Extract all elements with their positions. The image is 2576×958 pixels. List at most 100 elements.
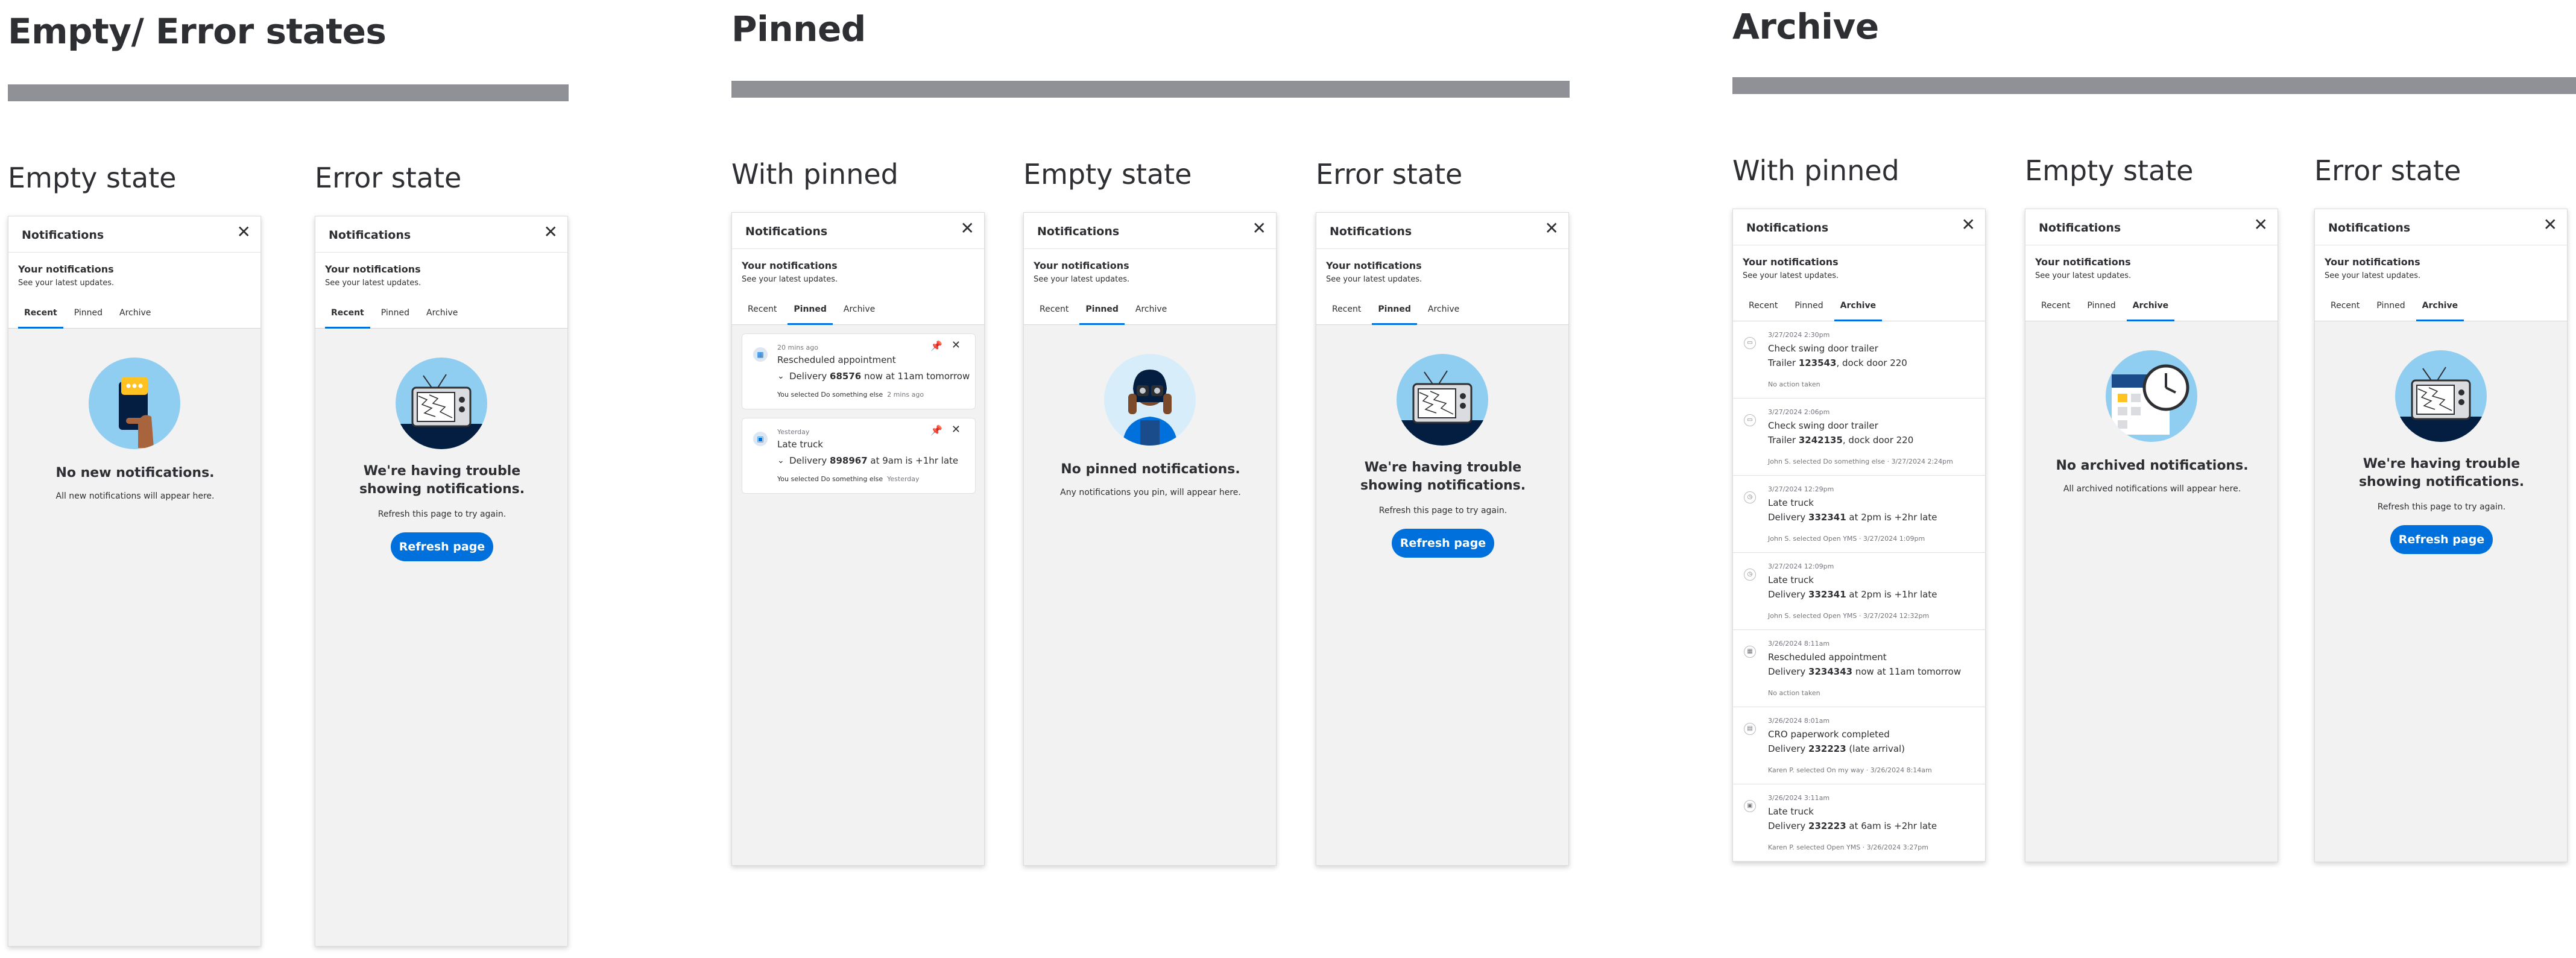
- tab-pinned[interactable]: Pinned: [1792, 291, 1825, 321]
- empty-description: Any notifications you pin, will appear h…: [1060, 488, 1241, 497]
- error-title-line1: We're having trouble: [363, 464, 521, 479]
- tab-recent[interactable]: Recent: [1746, 291, 1780, 321]
- chevron-down-icon[interactable]: ⌄: [777, 371, 784, 381]
- panel-header: Notifications ✕: [732, 213, 984, 249]
- panel-intro: Your notifications See your latest updat…: [1733, 245, 1985, 291]
- detail-suffix: at 2pm is +1hr late: [1846, 589, 1937, 600]
- tab-recent[interactable]: Recent: [2039, 291, 2072, 321]
- chevron-down-icon[interactable]: ⌄: [777, 456, 784, 465]
- tab-archive[interactable]: Archive: [1425, 295, 1462, 325]
- detail-prefix: Delivery: [789, 455, 830, 466]
- panel-header: Notifications ✕: [2025, 209, 2278, 245]
- close-icon[interactable]: ✕: [961, 220, 974, 237]
- tab-bar: Recent Pinned Archive: [1733, 291, 1985, 321]
- notifications-panel: Notifications ✕ Your notifications See y…: [1732, 209, 1986, 862]
- refresh-page-button[interactable]: Refresh page: [1392, 529, 1494, 558]
- panel-header: Notifications ✕: [1316, 213, 1568, 249]
- tab-pinned[interactable]: Pinned: [1079, 295, 1125, 325]
- tab-recent[interactable]: Recent: [2328, 291, 2362, 321]
- tab-recent[interactable]: Recent: [1037, 295, 1071, 325]
- section-divider: [1732, 77, 2576, 94]
- notification-title: Late truck: [777, 439, 823, 450]
- your-notifications-heading: Your notifications: [325, 263, 421, 275]
- archive-item[interactable]: ◷ 3/27/2024 12:09pm Late truck Delivery …: [1733, 553, 1985, 630]
- your-notifications-subheading: See your latest updates.: [1034, 275, 1130, 284]
- notification-footer: Karen P. selected Open YMS · 3/26/2024 3…: [1768, 843, 1928, 851]
- archive-item[interactable]: ▭ 3/27/2024 2:30pm Check swing door trai…: [1733, 321, 1985, 399]
- tab-recent[interactable]: Recent: [1330, 295, 1363, 325]
- calendar-clock-illustration-icon: [2106, 350, 2197, 442]
- tab-archive[interactable]: Archive: [841, 295, 877, 325]
- broken-tv-illustration-icon: [2395, 350, 2487, 442]
- tab-archive[interactable]: Archive: [1133, 295, 1169, 325]
- close-icon[interactable]: ✕: [1252, 220, 1266, 237]
- tab-recent[interactable]: Recent: [18, 298, 63, 329]
- close-icon[interactable]: ✕: [952, 339, 961, 351]
- panel-intro: Your notifications See your latest updat…: [1024, 249, 1276, 295]
- pinned-notification-card[interactable]: ▦ 20 mins ago Rescheduled appointment ⌄ …: [742, 333, 976, 409]
- label-empty-state: Empty state: [8, 162, 177, 194]
- tab-pinned[interactable]: Pinned: [72, 298, 105, 329]
- tab-archive[interactable]: Archive: [2416, 291, 2464, 321]
- close-icon[interactable]: ✕: [544, 224, 558, 241]
- empty-title: No archived notifications.: [2056, 458, 2249, 473]
- notification-title: Late truck: [1768, 806, 1814, 817]
- tab-archive[interactable]: Archive: [1834, 291, 1883, 321]
- notification-detail: Delivery 332341 at 2pm is +2hr late: [1768, 512, 1937, 523]
- notification-title: Rescheduled appointment: [777, 355, 896, 365]
- archive-item[interactable]: ▣ 3/26/2024 3:11am Late truck Delivery 2…: [1733, 784, 1985, 862]
- your-notifications-heading: Your notifications: [742, 260, 838, 271]
- detail-suffix: , dock door 220: [1836, 358, 1907, 368]
- close-icon[interactable]: ✕: [1545, 220, 1559, 237]
- label-error-state: Error state: [315, 162, 462, 194]
- error-description: Refresh this page to try again.: [377, 509, 507, 519]
- truck-icon: ▣: [753, 432, 768, 446]
- archive-item[interactable]: ▭ 3/27/2024 2:06pm Check swing door trai…: [1733, 399, 1985, 476]
- empty-description: All new notifications will appear here.: [55, 491, 215, 501]
- tab-pinned[interactable]: Pinned: [788, 295, 833, 325]
- pin-icon[interactable]: 📌: [930, 424, 942, 436]
- notification-footer: No action taken: [1768, 380, 1820, 388]
- tab-pinned[interactable]: Pinned: [2374, 291, 2407, 321]
- footer-time: 2 mins ago: [887, 391, 924, 399]
- empty-title: No pinned notifications.: [1061, 462, 1240, 477]
- archive-item[interactable]: ▦ 3/26/2024 8:11am Rescheduled appointme…: [1733, 630, 1985, 707]
- refresh-page-button[interactable]: Refresh page: [391, 532, 493, 561]
- section-title-empty-error: Empty/ Error states: [8, 11, 387, 52]
- tab-recent[interactable]: Recent: [325, 298, 370, 329]
- tab-bar: Recent Pinned Archive: [8, 298, 260, 329]
- notification-time: 20 mins ago: [777, 344, 818, 351]
- empty-description: All archived notifications will appear h…: [2063, 484, 2241, 494]
- broken-tv-illustration-icon: [396, 358, 487, 449]
- tab-pinned[interactable]: Pinned: [379, 298, 412, 329]
- label-error-state: Error state: [2314, 154, 2461, 187]
- pinned-notification-card[interactable]: ▣ Yesterday Late truck ⌄ Delivery 898967…: [742, 418, 976, 494]
- notification-time: 3/27/2024 12:29pm: [1768, 485, 1834, 493]
- refresh-page-button[interactable]: Refresh page: [2390, 525, 2493, 554]
- phone-notification-illustration-icon: [89, 358, 180, 449]
- tab-recent[interactable]: Recent: [745, 295, 779, 325]
- archive-item[interactable]: ◷ 3/27/2024 12:29pm Late truck Delivery …: [1733, 476, 1985, 553]
- pin-icon[interactable]: 📌: [930, 340, 942, 351]
- tab-archive[interactable]: Archive: [117, 298, 153, 329]
- tab-bar: Recent Pinned Archive: [732, 295, 984, 325]
- your-notifications-heading: Your notifications: [18, 263, 114, 275]
- tab-pinned[interactable]: Pinned: [1372, 295, 1417, 325]
- tab-archive[interactable]: Archive: [2126, 291, 2175, 321]
- close-icon[interactable]: ✕: [1962, 216, 1975, 233]
- notification-title: Check swing door trailer: [1768, 343, 1878, 354]
- notification-footer: John S. selected Open YMS · 3/27/2024 12…: [1768, 612, 1930, 620]
- panel-title: Notifications: [2328, 221, 2411, 235]
- detail-suffix: now at 11am tomorrow: [861, 371, 970, 382]
- trailer-icon: ▭: [1744, 337, 1756, 349]
- archive-item[interactable]: ▤ 3/26/2024 8:01am CRO paperwork complet…: [1733, 707, 1985, 784]
- close-icon[interactable]: ✕: [237, 224, 251, 241]
- detail-id: 3242135: [1798, 435, 1843, 446]
- close-icon[interactable]: ✕: [2254, 216, 2268, 233]
- close-icon[interactable]: ✕: [952, 423, 961, 436]
- tab-archive[interactable]: Archive: [424, 298, 460, 329]
- detail-id: 68576: [830, 371, 862, 382]
- clock-icon: ◷: [1744, 491, 1756, 503]
- close-icon[interactable]: ✕: [2543, 216, 2557, 233]
- tab-pinned[interactable]: Pinned: [2085, 291, 2118, 321]
